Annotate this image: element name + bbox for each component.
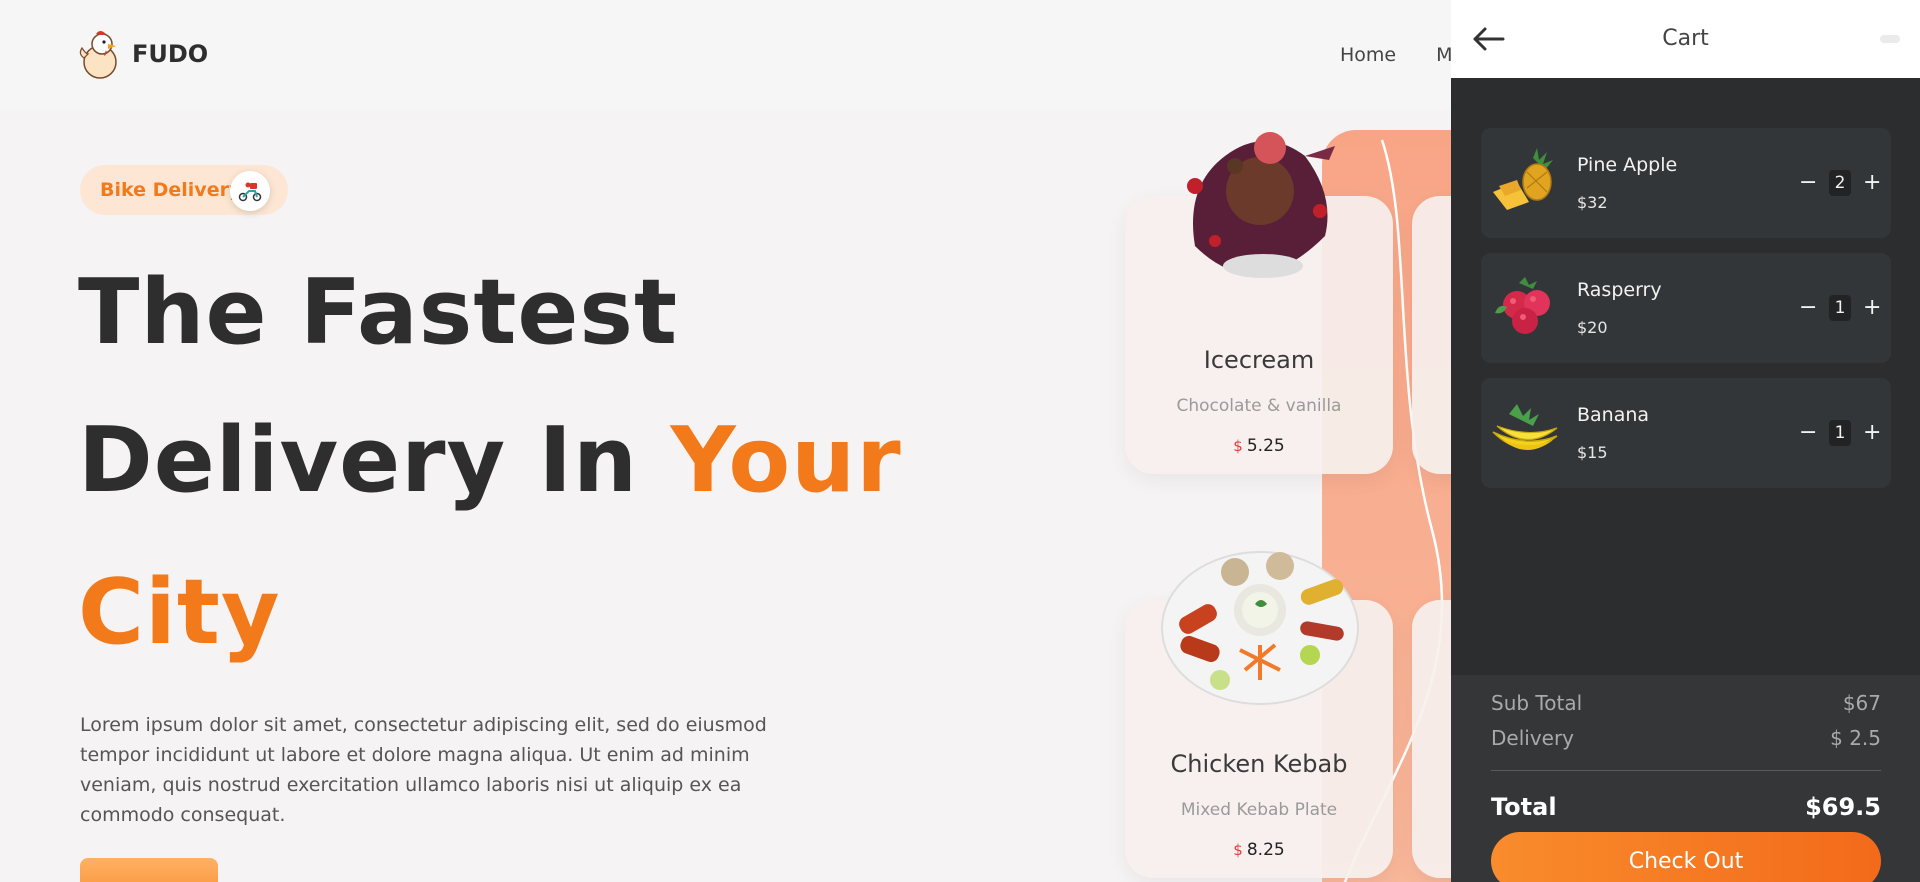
pineapple-icon xyxy=(1493,148,1553,210)
quantity-value: 1 xyxy=(1829,420,1851,446)
cart-panel: Cart Pine Apple $32 − 2 + Rasperry $20 −… xyxy=(1451,0,1920,882)
clear-cart-button[interactable] xyxy=(1880,35,1900,43)
cart-item-name: Rasperry xyxy=(1577,279,1662,301)
subtotal-label: Sub Total xyxy=(1491,691,1583,715)
cart-items-list: Pine Apple $32 − 2 + Rasperry $20 − 1 + … xyxy=(1481,128,1891,503)
bike-delivery-badge: Bike Delivery xyxy=(80,165,288,215)
cart-summary: Sub Total $67 Delivery $ 2.5 Total $69.5… xyxy=(1451,675,1920,882)
raspberry-icon xyxy=(1495,277,1550,334)
decrease-quantity-button[interactable]: − xyxy=(1799,297,1817,319)
hero-heading-line-2: Delivery In Your xyxy=(78,416,902,506)
total-label: Total xyxy=(1491,793,1557,821)
hero-description: Lorem ipsum dolor sit amet, consectetur … xyxy=(80,714,767,826)
banana-icon xyxy=(1492,404,1558,450)
brand-name: FUDO xyxy=(132,40,209,68)
order-now-button[interactable]: Order Now xyxy=(80,858,218,882)
cart-item: Pine Apple $32 − 2 + xyxy=(1481,128,1891,238)
card-title: Chicken Kebab xyxy=(1170,750,1348,778)
scooter-icon xyxy=(230,171,270,211)
decrease-quantity-button[interactable]: − xyxy=(1799,422,1817,444)
chicken-logo-icon xyxy=(79,31,117,79)
hero-heading-accent: Your xyxy=(670,408,902,513)
card-description: Mixed Kebab Plate xyxy=(1180,800,1338,820)
currency-symbol: $ xyxy=(1233,437,1243,455)
summary-divider xyxy=(1491,770,1881,771)
card-description: Chocolate & vanilla xyxy=(1176,396,1342,416)
decrease-quantity-button[interactable]: − xyxy=(1799,172,1817,194)
icecream-image xyxy=(1187,132,1335,278)
increase-quantity-button[interactable]: + xyxy=(1863,422,1881,444)
subtotal-value: $67 xyxy=(1842,691,1881,715)
hero-heading-part: Delivery In xyxy=(78,408,671,513)
cart-item-price: $15 xyxy=(1577,443,1608,462)
delivery-row: Delivery $ 2.5 xyxy=(1491,726,1881,750)
cart-item-name: Banana xyxy=(1577,404,1650,426)
quantity-value: 2 xyxy=(1829,170,1851,196)
cart-item-price: $32 xyxy=(1577,193,1608,212)
price-value: 8.25 xyxy=(1246,840,1285,860)
price-value: 5.25 xyxy=(1246,436,1285,456)
currency-symbol: $ xyxy=(1233,841,1243,859)
checkout-button[interactable]: Check Out xyxy=(1491,832,1881,882)
total-row: Total $69.5 xyxy=(1491,793,1881,821)
quantity-stepper: − 1 + xyxy=(1799,420,1881,446)
delivery-label: Delivery xyxy=(1491,726,1575,750)
quantity-stepper: − 1 + xyxy=(1799,295,1881,321)
cart-header: Cart xyxy=(1451,0,1920,78)
increase-quantity-button[interactable]: + xyxy=(1863,297,1881,319)
cart-item: Rasperry $20 − 1 + xyxy=(1481,253,1891,363)
total-value: $69.5 xyxy=(1805,793,1881,821)
delivery-value: $ 2.5 xyxy=(1830,726,1881,750)
cart-title: Cart xyxy=(1662,26,1709,51)
quantity-stepper: − 2 + xyxy=(1799,170,1881,196)
hero-heading-line-1: The Fastest xyxy=(78,260,678,365)
quantity-value: 1 xyxy=(1829,295,1851,321)
card-title: Icecream xyxy=(1203,346,1315,374)
cart-item: Banana $15 − 1 + xyxy=(1481,378,1891,488)
brand-logo[interactable]: FUDO xyxy=(78,28,208,80)
card-price: $8.25 xyxy=(1125,840,1393,860)
kebab-plate-image xyxy=(1161,551,1359,705)
badge-label: Bike Delivery xyxy=(100,179,242,201)
increase-quantity-button[interactable]: + xyxy=(1863,172,1881,194)
main-nav: Home M xyxy=(1340,44,1453,66)
nav-home[interactable]: Home xyxy=(1340,44,1396,66)
cart-item-name: Pine Apple xyxy=(1577,154,1678,176)
cart-item-price: $20 xyxy=(1577,318,1608,337)
subtotal-row: Sub Total $67 xyxy=(1491,691,1881,715)
card-price: $5.25 xyxy=(1125,436,1393,456)
hero-heading-line-3: City xyxy=(78,560,281,665)
